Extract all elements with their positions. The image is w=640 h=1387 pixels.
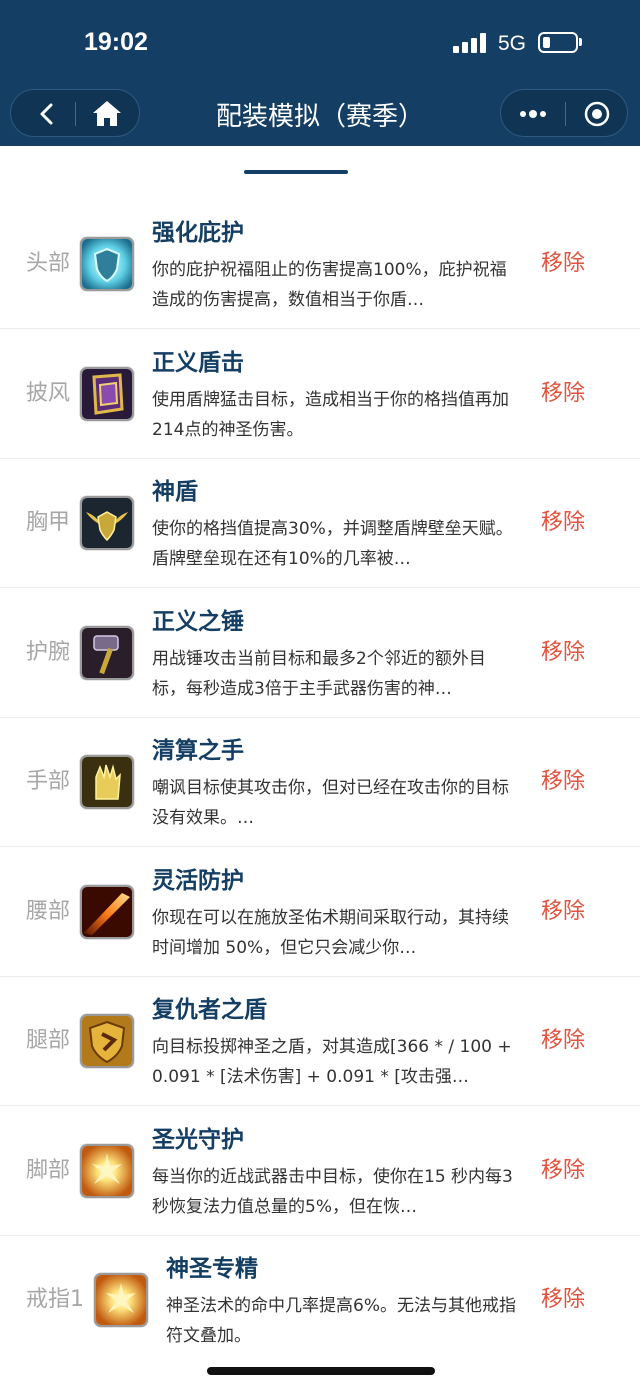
status-and-nav-bar: 19:02 5G 配装模拟（赛季） (0, 0, 640, 146)
remove-button[interactable]: 移除 (541, 1235, 585, 1365)
list-item[interactable]: 手部 清算之手嘲讽目标使其攻击你，但对已经在攻击你的目标没有效果。… 移除 (0, 717, 640, 847)
remove-button[interactable]: 移除 (541, 329, 585, 459)
rune-name: 清算之手 (152, 738, 244, 764)
remove-button[interactable]: 移除 (541, 588, 585, 718)
remove-button[interactable]: 移除 (541, 1106, 585, 1236)
rune-name: 正义盾击 (152, 349, 244, 376)
rune-name: 神圣专精 (166, 1256, 258, 1282)
home-icon[interactable] (91, 98, 123, 128)
remove-button[interactable]: 移除 (541, 976, 585, 1106)
hand-of-reckoning-icon (80, 755, 134, 809)
rune-description: 神圣法术的命中几率提高6%。无法与其他戒指符文叠加。 (166, 1296, 516, 1346)
close-target-icon[interactable] (583, 100, 611, 128)
rune-description: 你的庇护祝福阻止的伤害提高100%，庇护祝福造成的伤害提高，数值相当于你盾… (152, 260, 507, 310)
capsule-divider (565, 102, 566, 126)
list-item[interactable]: 脚部 圣光守护每当你的近战武器击中目标，使你在15 秒内每3秒恢复法力值总量的5%… (0, 1106, 640, 1236)
nav-pill (10, 89, 140, 137)
rune-description: 使用盾牌猛击目标，造成相当于你的格挡值再加214点的神圣伤害。 (152, 389, 509, 440)
list-item[interactable]: 戒指1 神圣专精神圣法术的命中几率提高6%。无法与其他戒指符文叠加。 移除 (0, 1235, 640, 1365)
rune-name: 强化庇护 (152, 220, 244, 246)
rune-description: 每当你的近战武器击中目标，使你在15 秒内每3秒恢复法力值总量的5%，但在恢… (152, 1166, 513, 1217)
rune-name: 复仇者之盾 (152, 997, 267, 1023)
rune-name: 灵活防护 (152, 867, 244, 894)
remove-button[interactable]: 移除 (541, 199, 585, 329)
holy-burst-icon (94, 1273, 148, 1327)
home-indicator (207, 1367, 435, 1375)
rune-description: 使你的格挡值提高30%，并调整盾牌壁垒天赋。盾牌壁垒现在还有10%的几率被… (152, 519, 513, 569)
remove-button[interactable]: 移除 (541, 847, 585, 977)
equip-slot-label: 胸甲 (26, 510, 71, 535)
equip-slot-label: 腰部 (26, 898, 71, 924)
equip-slot-label: 戒指1 (26, 1287, 84, 1312)
list-item[interactable]: 头部 强化庇护你的庇护祝福阻止的伤害提高100%，庇护祝福造成的伤害提高，数值相当… (0, 199, 640, 329)
rune-description: 嘲讽目标使其攻击你，但对已经在攻击你的目标没有效果。… (152, 778, 509, 828)
signal-icon (453, 33, 486, 53)
back-icon[interactable] (33, 100, 61, 128)
rune-description: 你现在可以在施放圣佑术期间采取行动，其持续时间增加 50%，但它只会减少你… (152, 907, 509, 958)
winged-shield-icon (80, 496, 134, 550)
battery-icon (538, 32, 578, 53)
equip-slot-label: 披风 (26, 380, 71, 406)
list-item[interactable]: 腿部 复仇者之盾向目标投掷神圣之盾，对其造成[366 * / 100 + 0.09… (0, 976, 640, 1106)
tab-indicator (244, 170, 348, 174)
avengers-shield-icon (80, 1014, 134, 1068)
menu-capsule (500, 89, 628, 137)
rune-name: 正义之锤 (152, 608, 244, 635)
status-time: 19:02 (84, 28, 148, 56)
equip-slot-label: 腿部 (26, 1028, 71, 1053)
rune-name: 神盾 (152, 479, 198, 505)
equip-slot-label: 手部 (26, 769, 71, 794)
remove-button[interactable]: 移除 (541, 458, 585, 588)
list-item[interactable]: 胸甲 神盾使你的格挡值提高30%，并调整盾牌壁垒天赋。盾牌壁垒现在还有10%的几率… (0, 458, 640, 588)
shield-slam-icon (80, 366, 134, 421)
nav-divider (75, 102, 76, 126)
list-item[interactable]: 护腕 正义之锤用战锤攻击当前目标和最多2个邻近的额外目标，每秒造成3倍于主手武器伤… (0, 588, 640, 718)
holy-burst-icon (80, 1143, 134, 1198)
list-item[interactable]: 腰部 灵活防护你现在可以在施放圣佑术期间采取行动，其持续时间增加 50%，但它只会… (0, 847, 640, 977)
shield-glow-icon (80, 237, 134, 291)
remove-button[interactable]: 移除 (541, 717, 585, 847)
fire-streak-icon (80, 884, 134, 939)
equip-slot-label: 护腕 (26, 639, 71, 665)
equip-slot-label: 脚部 (26, 1157, 71, 1183)
list-item[interactable]: 披风 正义盾击使用盾牌猛击目标，造成相当于你的格挡值再加214点的神圣伤害。 移除 (0, 329, 640, 459)
network-type: 5G (498, 32, 527, 55)
hammer-icon (80, 625, 134, 680)
equip-slot-label: 头部 (26, 251, 71, 276)
rune-name: 圣光守护 (152, 1126, 244, 1153)
rune-description: 用战锤攻击当前目标和最多2个邻近的额外目标，每秒造成3倍于主手武器伤害的神… (152, 648, 486, 699)
page-title: 配装模拟（赛季） (215, 102, 424, 132)
rune-description: 向目标投掷神圣之盾，对其造成[366 * / 100 + 0.091 * [法术… (152, 1037, 512, 1087)
battery-tip (579, 38, 582, 46)
more-icon[interactable] (517, 102, 549, 126)
